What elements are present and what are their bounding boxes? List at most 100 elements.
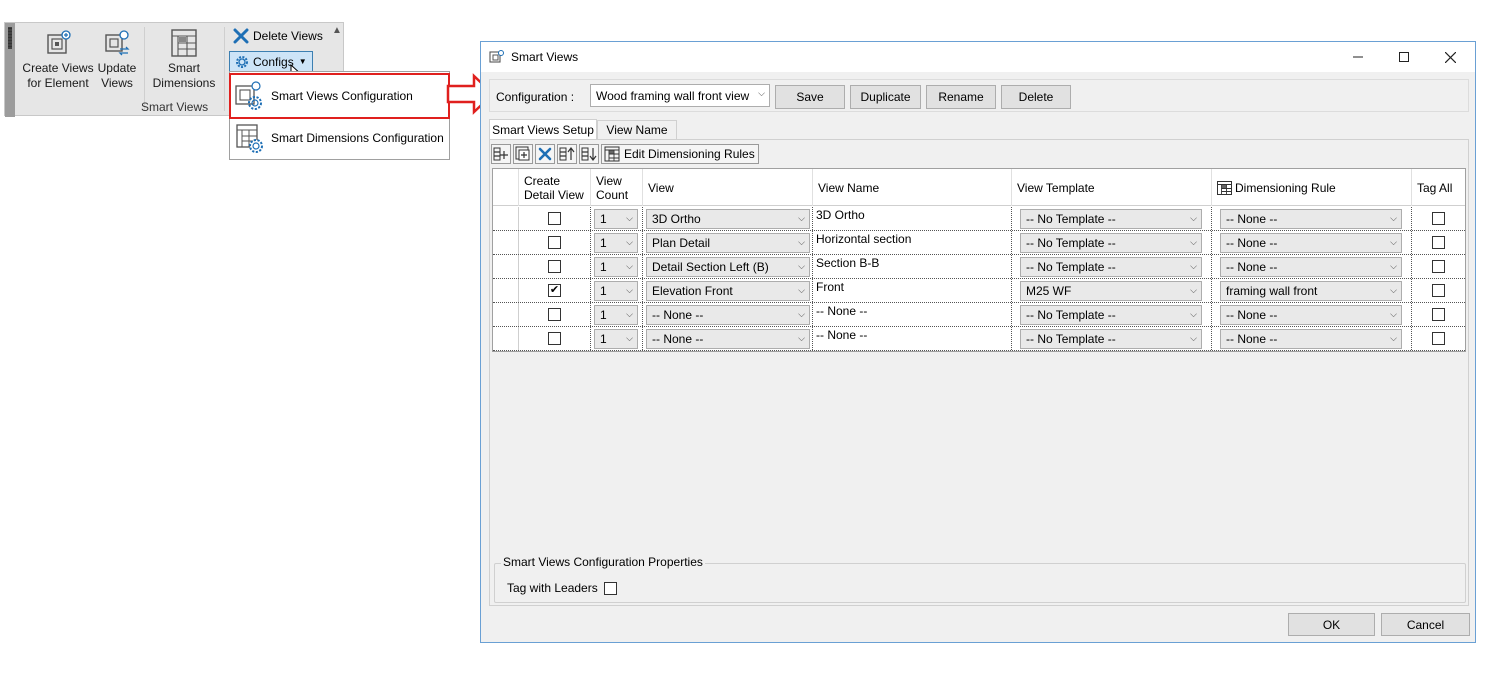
delete-button[interactable]: Delete [1001, 85, 1071, 109]
tag-all-checkbox[interactable] [1432, 332, 1445, 345]
rename-button[interactable]: Rename [926, 85, 996, 109]
row-header[interactable] [493, 327, 519, 350]
header-create-detail-view[interactable]: Create Detail View [519, 169, 591, 206]
cancel-button[interactable]: Cancel [1381, 613, 1470, 636]
view-template-select[interactable]: -- No Template -- ⌵ [1020, 209, 1202, 229]
row-header[interactable] [493, 303, 519, 326]
minimize-button[interactable] [1335, 42, 1381, 72]
view-template-select[interactable]: -- No Template -- ⌵ [1020, 305, 1202, 325]
header-view-count[interactable]: View Count [591, 169, 643, 206]
view-cell: -- None -- ⌵ [643, 303, 813, 326]
create-detail-checkbox[interactable]: ✔ [548, 284, 561, 297]
header-label: Count [596, 187, 629, 202]
create-views-for-element-button[interactable]: Create Views for Element [22, 29, 94, 91]
dimensioning-rule-select[interactable]: -- None -- ⌵ [1220, 329, 1402, 349]
menu-item-smart-dimensions-configuration[interactable]: Smart Dimensions Configuration [230, 116, 449, 160]
view-select[interactable]: Plan Detail ⌵ [646, 233, 810, 253]
tag-with-leaders-option[interactable]: Tag with Leaders [507, 581, 617, 595]
move-down-icon [581, 147, 597, 161]
tab-smart-views-setup[interactable]: Smart Views Setup [489, 119, 597, 140]
create-detail-checkbox[interactable] [548, 236, 561, 249]
table-row: 1 ⌵ -- None -- ⌵ -- None -- -- No Template --… [493, 303, 1465, 327]
dimensioning-rule-select[interactable]: framing wall front ⌵ [1220, 281, 1402, 301]
update-views-button[interactable]: Update Views [94, 29, 140, 91]
view-template-select[interactable]: -- No Template -- ⌵ [1020, 329, 1202, 349]
header-tag-all[interactable]: Tag All [1412, 169, 1465, 206]
header-dimensioning-rule[interactable]: Dimensioning Rule [1212, 169, 1412, 206]
view-select[interactable]: -- None -- ⌵ [646, 329, 810, 349]
view-name-cell[interactable]: Horizontal section [813, 231, 1012, 254]
view-name-cell[interactable]: 3D Ortho [813, 207, 1012, 230]
delete-views-button[interactable]: Delete Views [233, 28, 323, 44]
row-header[interactable] [493, 207, 519, 230]
chevron-down-icon: ⌵ [1390, 285, 1397, 295]
view-count-select[interactable]: 1 ⌵ [594, 209, 638, 229]
view-count-select[interactable]: 1 ⌵ [594, 281, 638, 301]
remove-row-button[interactable] [535, 144, 555, 164]
move-up-button[interactable] [557, 144, 577, 164]
create-detail-checkbox[interactable] [548, 308, 561, 321]
view-cell: -- None -- ⌵ [643, 327, 813, 350]
close-button[interactable] [1427, 42, 1473, 72]
dimensioning-rule-select[interactable]: -- None -- ⌵ [1220, 305, 1402, 325]
view-select[interactable]: Elevation Front ⌵ [646, 281, 810, 301]
tag-with-leaders-checkbox[interactable] [603, 581, 617, 595]
view-count-select[interactable]: 1 ⌵ [594, 329, 638, 349]
tag-all-checkbox[interactable] [1432, 260, 1445, 273]
dimensioning-rule-select[interactable]: -- None -- ⌵ [1220, 257, 1402, 277]
save-button[interactable]: Save [775, 85, 845, 109]
delete-x-icon [538, 147, 552, 161]
view-template-select[interactable]: -- No Template -- ⌵ [1020, 233, 1202, 253]
create-detail-checkbox[interactable] [548, 212, 561, 225]
view-count-select[interactable]: 1 ⌵ [594, 233, 638, 253]
view-template-select[interactable]: -- No Template -- ⌵ [1020, 257, 1202, 277]
view-name-cell[interactable]: Section B-B [813, 255, 1012, 278]
view-select[interactable]: Detail Section Left (B) ⌵ [646, 257, 810, 277]
smart-dimensions-button[interactable]: Smart Dimensions [149, 27, 219, 91]
view-name-cell[interactable]: Front [813, 279, 1012, 302]
tag-all-checkbox[interactable] [1432, 308, 1445, 321]
row-header[interactable] [493, 255, 519, 278]
panel-collapse-icon[interactable]: ▲ [332, 25, 342, 36]
ok-button[interactable]: OK [1288, 613, 1375, 636]
view-select[interactable]: 3D Ortho ⌵ [646, 209, 810, 229]
view-count-select[interactable]: 1 ⌵ [594, 305, 638, 325]
header-label: Detail View [524, 187, 584, 202]
smart-views-setup-panel: Edit Dimensioning Rules Create Detail Vie… [489, 139, 1469, 606]
header-view-name[interactable]: View Name [813, 169, 1012, 206]
create-detail-checkbox[interactable] [548, 332, 561, 345]
table-row: 1 ⌵ Plan Detail ⌵ Horizontal section -- No Te… [493, 231, 1465, 255]
tag-all-checkbox[interactable] [1432, 236, 1445, 249]
tag-all-checkbox[interactable] [1432, 284, 1445, 297]
edit-dimensioning-rules-button[interactable]: Edit Dimensioning Rules [601, 144, 759, 164]
maximize-button[interactable] [1381, 42, 1427, 72]
dimensioning-rule-select[interactable]: -- None -- ⌵ [1220, 209, 1402, 229]
menu-item-label: Smart Dimensions Configuration [271, 131, 444, 145]
dialog-titlebar[interactable]: Smart Views [481, 42, 1475, 72]
view-name-cell[interactable]: -- None -- [813, 327, 1012, 350]
tag-all-checkbox[interactable] [1432, 212, 1445, 225]
move-down-button[interactable] [579, 144, 599, 164]
create-detail-checkbox[interactable] [548, 260, 561, 273]
dimensioning-rule-select[interactable]: -- None -- ⌵ [1220, 233, 1402, 253]
view-name-cell[interactable]: -- None -- [813, 303, 1012, 326]
create-detail-cell [519, 327, 591, 350]
header-view[interactable]: View [643, 169, 813, 206]
configuration-select[interactable]: Wood framing wall front view ⌵ [590, 84, 770, 107]
add-row-button[interactable] [491, 144, 511, 164]
view-select[interactable]: -- None -- ⌵ [646, 305, 810, 325]
ribbon-grip[interactable] [5, 23, 15, 117]
tab-view-name[interactable]: View Name [597, 120, 677, 140]
menu-item-smart-views-configuration[interactable]: Smart Views Configuration [229, 73, 450, 119]
view-template-select[interactable]: M25 WF ⌵ [1020, 281, 1202, 301]
view-count-cell: 1 ⌵ [591, 255, 643, 278]
row-header[interactable] [493, 231, 519, 254]
insert-row-button[interactable] [513, 144, 533, 164]
view-template-value: M25 WF [1026, 284, 1072, 298]
chevron-down-icon: ⌵ [1390, 213, 1397, 223]
create-detail-cell [519, 303, 591, 326]
row-header[interactable] [493, 279, 519, 302]
header-view-template[interactable]: View Template [1012, 169, 1212, 206]
view-count-select[interactable]: 1 ⌵ [594, 257, 638, 277]
duplicate-button[interactable]: Duplicate [850, 85, 921, 109]
